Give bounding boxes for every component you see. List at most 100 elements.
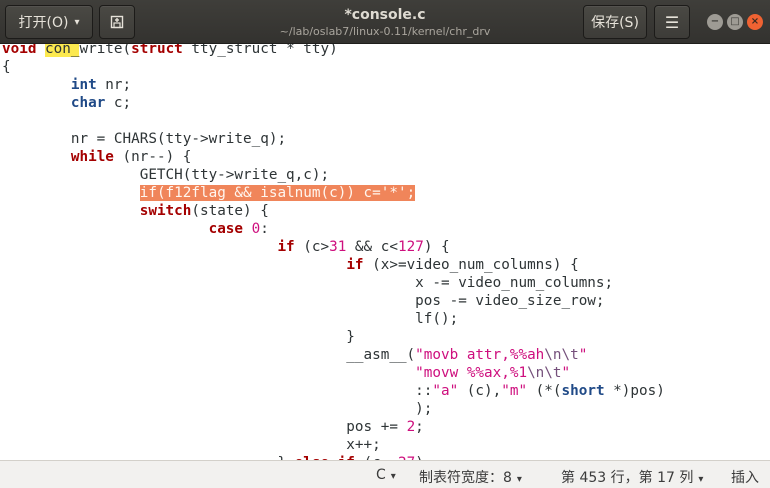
highlighted-line-text: if(f12flag && isalnum(c)) c='*';: [139, 185, 416, 201]
open-button[interactable]: 打开(O) ▾: [5, 5, 93, 39]
code-token: pos +=: [2, 419, 407, 435]
code-token: tty_struct * tty): [182, 44, 338, 57]
string-token: ": [561, 365, 571, 381]
code-line[interactable]: x -= video_num_columns;: [2, 274, 665, 292]
language-label: C: [376, 467, 386, 483]
code-token: ::: [2, 383, 433, 399]
code-line[interactable]: if (c>31 && c<127) {: [2, 238, 665, 256]
code-line[interactable]: int nr;: [2, 76, 665, 94]
window-title: *console.c: [344, 7, 426, 23]
code-line[interactable]: if(f12flag && isalnum(c)) c='*';: [2, 184, 665, 202]
code-token: ) {: [423, 239, 450, 255]
string-token: "movw %%ax,%1: [415, 365, 528, 381]
minimize-window-button[interactable]: −: [707, 14, 723, 30]
keyword-token: case: [208, 221, 244, 237]
tab-width-selector[interactable]: 制表符宽度：8 ▾: [419, 467, 522, 487]
window-title-block: *console.c ~/lab/oslab7/linux-0.11/kerne…: [200, 0, 570, 44]
maximize-icon: □: [730, 16, 740, 27]
code-token: c;: [105, 95, 132, 111]
minimize-icon: −: [710, 16, 720, 27]
insert-mode-indicator: 插入: [731, 470, 759, 486]
code-token: (*(: [527, 383, 562, 399]
code-line[interactable]: }: [2, 328, 665, 346]
code-line[interactable]: case 0:: [2, 220, 665, 238]
code-token: nr = CHARS(tty->write_q);: [2, 131, 287, 147]
code-line[interactable]: void con_write(struct tty_struct * tty): [2, 44, 665, 58]
hamburger-menu-icon: ☰: [664, 12, 680, 32]
number-token: 0: [251, 221, 261, 237]
save-button[interactable]: 保存(S): [583, 5, 647, 39]
number-token: 127: [397, 239, 424, 255]
number-token: 31: [329, 239, 347, 255]
code-line[interactable]: pos += 2;: [2, 418, 665, 436]
code-token: *)pos): [604, 383, 665, 399]
code-line[interactable]: nr = CHARS(tty->write_q);: [2, 130, 665, 148]
keyword-token: switch: [139, 203, 192, 219]
type-token: short: [561, 383, 605, 399]
code-line[interactable]: lf();: [2, 310, 665, 328]
code-line[interactable]: x++;: [2, 436, 665, 454]
keyword-token: if: [346, 257, 364, 273]
keyword-token: struct: [131, 44, 183, 57]
code-line[interactable]: ::"a" (c),"m" (*(short *)pos): [2, 382, 665, 400]
string-token: "a": [432, 383, 459, 399]
keyword-token: while: [70, 149, 114, 165]
code-token: (nr--) {: [113, 149, 192, 165]
code-line[interactable]: pos -= video_size_row;: [2, 292, 665, 310]
code-token: (c>: [294, 239, 330, 255]
code-token: x++;: [2, 437, 381, 453]
code-token: (c),: [458, 383, 502, 399]
type-token: int: [70, 77, 97, 93]
code-line[interactable]: GETCH(tty->write_q,c);: [2, 166, 665, 184]
code-line[interactable]: if (x>=video_num_columns) {: [2, 256, 665, 274]
code-line[interactable]: char c;: [2, 94, 665, 112]
status-bar: C ▾ 制表符宽度：8 ▾ 第 453 行，第 17 列 ▾ 插入: [0, 460, 770, 488]
new-document-icon: [110, 15, 124, 29]
new-document-button[interactable]: [99, 5, 135, 39]
escape-token: \n\t: [544, 347, 579, 363]
chevron-down-icon: ▾: [74, 16, 80, 28]
code-token: ;: [415, 419, 424, 435]
code-token: __asm__(: [2, 347, 416, 363]
number-token: 2: [406, 419, 416, 435]
string-token: "m": [501, 383, 528, 399]
code-token: x -= video_num_columns;: [2, 275, 614, 291]
hamburger-menu-button[interactable]: ☰: [654, 5, 690, 39]
code-line[interactable]: while (nr--) {: [2, 148, 665, 166]
code-token: (state) {: [191, 203, 269, 219]
close-window-button[interactable]: ×: [747, 14, 763, 30]
code-line[interactable]: {: [2, 58, 665, 76]
keyword-token: if: [277, 239, 295, 255]
chevron-down-icon: ▾: [390, 471, 396, 482]
window-subtitle-path: ~/lab/oslab7/linux-0.11/kernel/chr_drv: [279, 25, 491, 38]
code-token: && c<: [346, 239, 398, 255]
code-text-view[interactable]: void con_write(struct tty_struct * tty){…: [2, 44, 665, 460]
code-line[interactable]: __asm__("movb attr,%%ah\n\t": [2, 346, 665, 364]
string-token: ": [578, 347, 588, 363]
code-token: lf();: [2, 311, 459, 327]
code-editor[interactable]: void con_write(struct tty_struct * tty){…: [0, 44, 770, 460]
chevron-down-icon: ▾: [698, 474, 704, 485]
code-line[interactable]: );: [2, 400, 665, 418]
code-line[interactable]: [2, 112, 665, 130]
close-icon: ×: [750, 16, 760, 27]
code-token: pos -= video_size_row;: [2, 293, 605, 309]
code-token: {: [2, 59, 11, 75]
code-line[interactable]: switch(state) {: [2, 202, 665, 220]
maximize-window-button[interactable]: □: [727, 14, 743, 30]
code-line[interactable]: "movw %%ax,%1\n\t": [2, 364, 665, 382]
header-bar: 打开(O) ▾ *console.c ~/lab/oslab7/linux-0.…: [0, 0, 770, 44]
cursor-position-selector[interactable]: 第 453 行，第 17 列 ▾: [561, 467, 703, 487]
language-selector[interactable]: C ▾: [376, 467, 396, 483]
